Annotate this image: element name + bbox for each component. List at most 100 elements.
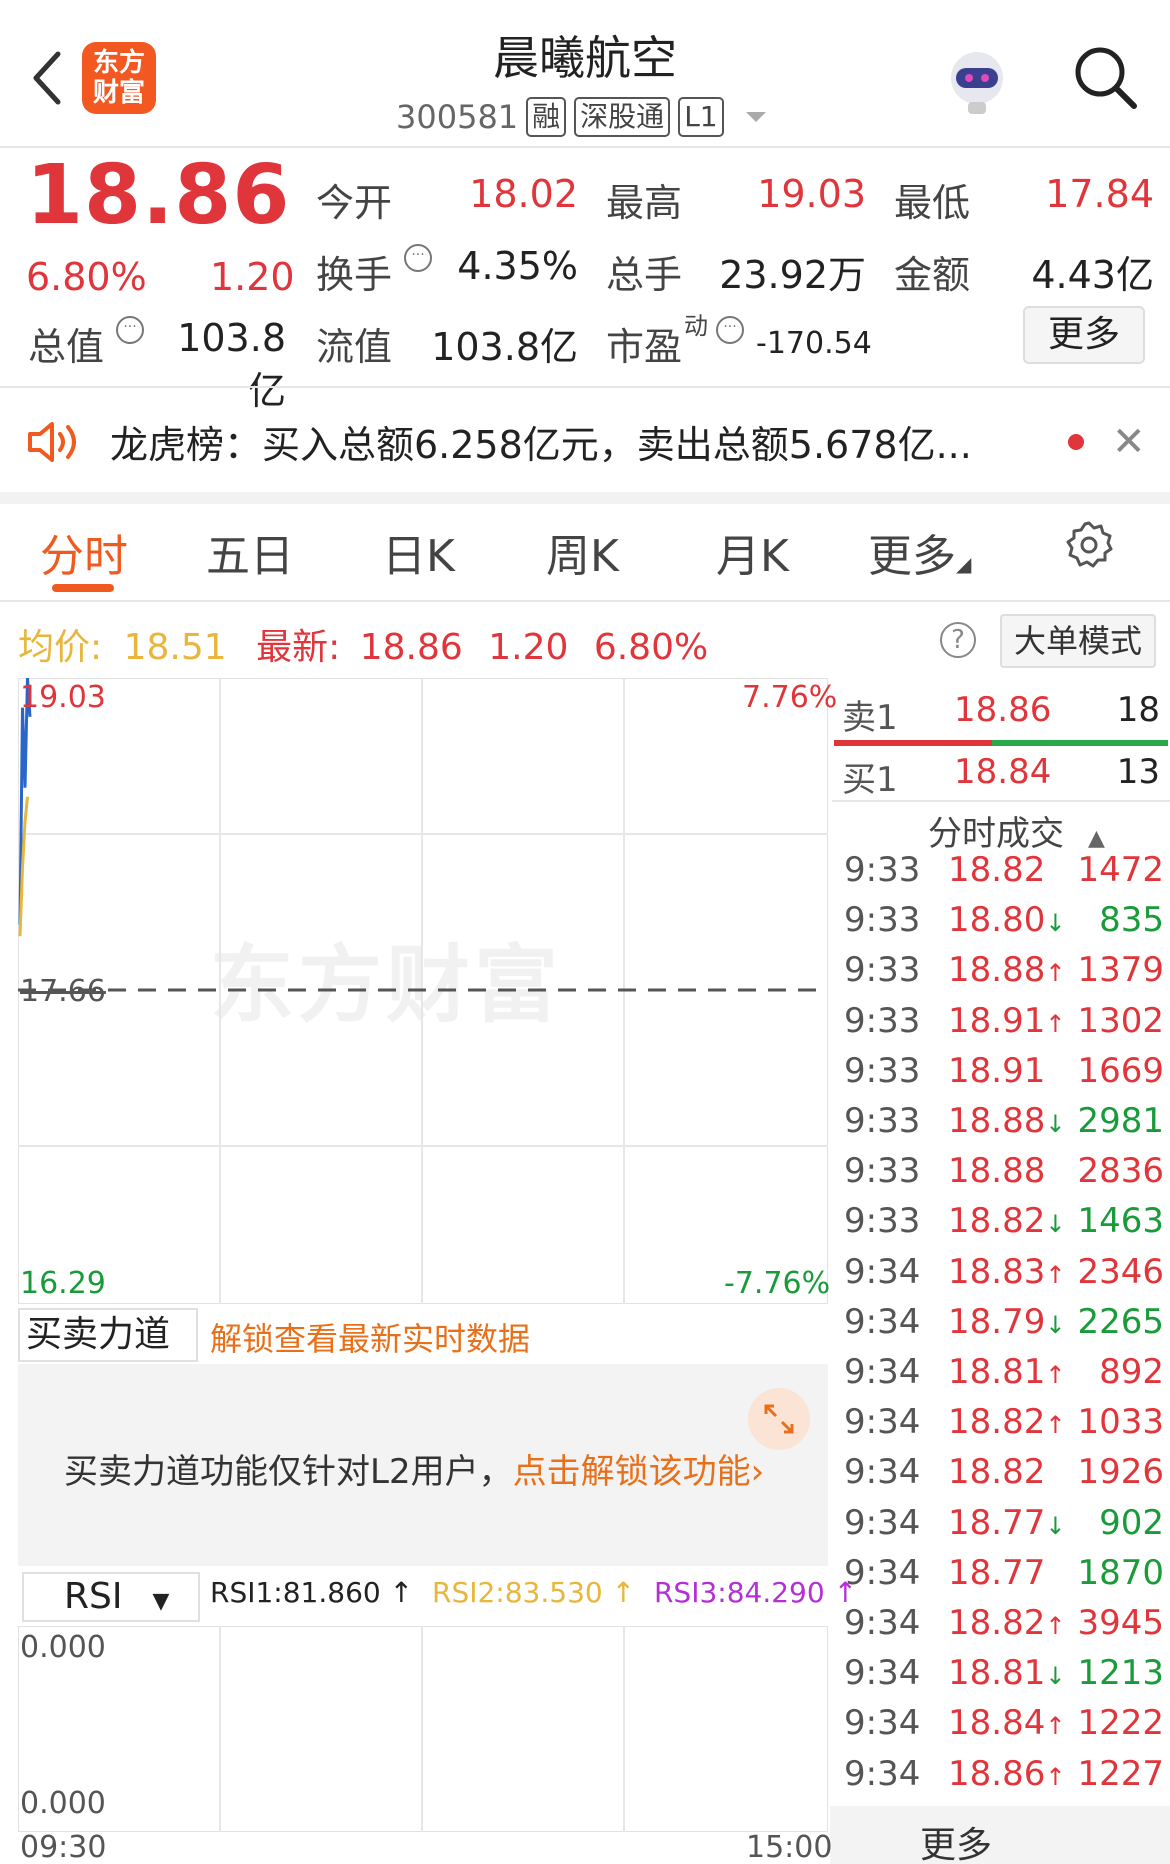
- buy-1-volume: 13: [1116, 752, 1160, 792]
- tick-price-value: 18.84: [948, 1703, 1046, 1744]
- tab-five-day[interactable]: 五日: [206, 520, 294, 584]
- tab-monthly-k[interactable]: 月K: [716, 520, 789, 584]
- tick-volume: 835: [1099, 900, 1164, 941]
- tick-time: 9:33: [844, 1101, 921, 1141]
- tick-price-value: 18.88: [948, 1101, 1046, 1141]
- high-value: 19.03: [757, 172, 866, 216]
- last-price: 18.86: [26, 148, 291, 243]
- tick-row: 9:33 18.88↓ 2981: [844, 1101, 1164, 1151]
- tick-arrow-icon: ↓: [1045, 1511, 1066, 1540]
- tick-time: 9:33: [844, 850, 921, 890]
- intraday-info: 均价: 18.51 最新: 18.86 1.20 6.80%: [18, 618, 708, 670]
- tick-volume: 1213: [1077, 1653, 1164, 1694]
- change-percent: 6.80%: [26, 255, 147, 299]
- speaker-icon: [28, 422, 76, 462]
- tick-arrow-icon: ↑: [1045, 1612, 1066, 1640]
- gear-icon[interactable]: [1064, 520, 1114, 570]
- indicator-select[interactable]: 买卖力道▼: [18, 1308, 198, 1402]
- sell-1-row[interactable]: 卖1 18.86 18: [838, 690, 1168, 740]
- tick-price: 18.80↓: [948, 900, 1098, 940]
- pct-axis-top: 7.76%: [742, 680, 838, 715]
- close-icon[interactable]: ✕: [1112, 420, 1146, 464]
- tab-intraday[interactable]: 分时: [40, 520, 128, 584]
- tick-price-value: 18.80: [948, 900, 1046, 941]
- force-msg-text: 买卖力道功能仅针对L2用户，: [64, 1452, 513, 1492]
- tick-row: 9:34 18.79↓ 2265: [844, 1302, 1164, 1352]
- tick-price-value: 18.82: [948, 1603, 1046, 1643]
- tick-price: 18.82: [948, 1452, 1098, 1492]
- tick-price: 18.86↑: [948, 1754, 1098, 1794]
- chevron-right-icon[interactable]: ›: [751, 1452, 765, 1492]
- open-label: 今开: [316, 181, 393, 225]
- tick-row: 9:33 18.80↓ 835: [844, 900, 1164, 950]
- buy-1-row[interactable]: 买1 18.84 13: [838, 752, 1168, 802]
- expand-icon[interactable]: [748, 1388, 810, 1450]
- rsi-chart[interactable]: [18, 1626, 828, 1832]
- more-dots-icon[interactable]: ···: [716, 316, 744, 344]
- tick-price: 18.77↓: [948, 1503, 1098, 1543]
- intraday-chart[interactable]: [18, 678, 828, 1304]
- search-icon[interactable]: [1070, 42, 1140, 112]
- ticks-title[interactable]: 分时成交 ▲: [928, 806, 1105, 855]
- help-icon[interactable]: ?: [940, 622, 976, 658]
- float-cap-label: 流值: [316, 325, 393, 369]
- tag-connect: 深股通: [574, 97, 671, 137]
- indicator-select-label: 买卖力道: [26, 1314, 171, 1355]
- tick-row: 9:33 18.88↑ 1379: [844, 950, 1164, 1000]
- tick-price: 18.82↑: [948, 1402, 1098, 1442]
- tick-time: 9:34: [844, 1502, 921, 1543]
- tab-more[interactable]: 更多◢: [868, 520, 971, 584]
- tick-arrow-icon: ↑: [1045, 1712, 1066, 1741]
- tick-price-value: 18.83: [948, 1251, 1046, 1292]
- latest-label: 最新:: [256, 627, 341, 668]
- tag-level: L1: [678, 97, 724, 137]
- chevron-down-icon[interactable]: [745, 112, 766, 122]
- assistant-robot-icon[interactable]: [940, 44, 1014, 118]
- tick-volume: 2981: [1077, 1101, 1164, 1141]
- tab-weekly-k[interactable]: 周K: [546, 520, 619, 584]
- tick-time: 9:34: [844, 1753, 921, 1794]
- tick-row: 9:34 18.81↑ 892: [844, 1352, 1164, 1402]
- tick-time: 9:33: [844, 1000, 921, 1041]
- tick-price: 18.79↓: [948, 1302, 1098, 1342]
- tick-volume: 1669: [1077, 1050, 1164, 1091]
- tick-volume: 892: [1099, 1352, 1164, 1392]
- tick-price: 18.81↑: [948, 1352, 1098, 1392]
- tick-row: 9:33 18.82↓ 1463: [844, 1201, 1164, 1251]
- tick-row: 9:34 18.82↑ 1033: [844, 1402, 1164, 1452]
- tick-row: 9:34 18.82 1926: [844, 1452, 1164, 1502]
- tick-price: 18.88↑: [948, 950, 1098, 990]
- buy-1-label: 买1: [842, 760, 898, 800]
- tick-arrow-icon: ↓: [1045, 1210, 1066, 1239]
- rsi-select[interactable]: RSI ▼: [22, 1572, 200, 1622]
- tick-price: 18.88: [948, 1151, 1098, 1191]
- more-dots-icon[interactable]: ···: [404, 244, 432, 272]
- tick-volume: 1033: [1077, 1402, 1164, 1443]
- rsi1-value: RSI1:81.860 ↑: [210, 1576, 414, 1609]
- tick-price-value: 18.86: [948, 1753, 1046, 1794]
- more-dots-icon[interactable]: ···: [116, 316, 144, 344]
- stock-subtitle[interactable]: 300581 融 深股通 L1: [396, 92, 766, 142]
- notice-unread-dot: [1068, 434, 1084, 450]
- active-tab-indicator: [52, 584, 114, 592]
- notice-text[interactable]: 龙虎榜：买入总额6.258亿元，卖出总额5.678亿...: [110, 414, 972, 469]
- tick-price-value: 18.81: [948, 1352, 1046, 1392]
- tick-row: 9:34 18.83↑ 2346: [844, 1252, 1164, 1302]
- unlock-realtime-link[interactable]: 解锁查看最新实时数据: [210, 1314, 530, 1360]
- tick-time: 9:33: [844, 950, 921, 991]
- tick-arrow-icon: ↑: [1045, 1361, 1066, 1389]
- ticks-more-button[interactable]: 更多: [920, 1816, 992, 1864]
- big-order-mode-button[interactable]: 大单模式: [1000, 614, 1156, 668]
- unlock-feature-link[interactable]: 点击解锁该功能: [513, 1452, 751, 1492]
- pe-dynamic-tag: 动: [684, 312, 708, 340]
- tick-volume: 1926: [1077, 1452, 1164, 1493]
- triangle-icon: ◢: [956, 552, 972, 576]
- tick-volume: 2836: [1077, 1151, 1164, 1192]
- latest-value: 18.86: [359, 627, 463, 668]
- tab-daily-k[interactable]: 日K: [382, 520, 455, 584]
- tick-volume: 1870: [1077, 1552, 1164, 1593]
- tick-row: 9:33 18.91↑ 1302: [844, 1001, 1164, 1051]
- buy-1-price: 18.84: [954, 752, 1052, 792]
- more-quote-button[interactable]: 更多: [1023, 306, 1145, 364]
- tick-arrow-icon: ↓: [1045, 1110, 1066, 1138]
